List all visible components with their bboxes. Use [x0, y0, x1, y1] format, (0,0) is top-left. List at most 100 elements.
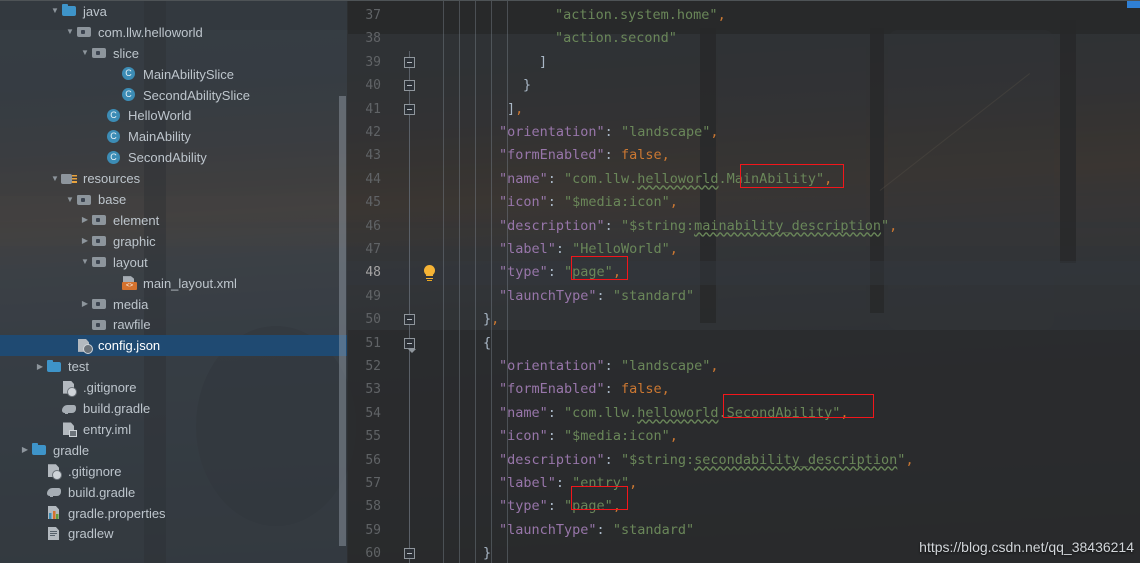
tree-item-config-json[interactable]: config.json — [0, 335, 347, 357]
chevron-right-icon[interactable] — [79, 231, 91, 251]
code-token: , — [661, 381, 670, 398]
code-line[interactable]: "icon": "$media:icon", — [499, 425, 678, 448]
java-class-icon — [106, 129, 123, 145]
code-line[interactable]: "icon": "$media:icon", — [499, 191, 678, 214]
tree-item-mainabilityslice[interactable]: MainAbilitySlice — [0, 64, 347, 85]
chevron-right-icon[interactable] — [79, 210, 91, 230]
code-line[interactable]: "orientation": "landscape", — [499, 355, 718, 378]
tree-item-rawfile[interactable]: rawfile — [0, 315, 347, 336]
code-line[interactable]: "action.system.home", — [555, 4, 726, 27]
tree-item-gradlew[interactable]: gradlew — [0, 524, 347, 545]
code-line[interactable]: "type": "page", — [499, 261, 621, 284]
chevron-down-icon[interactable] — [79, 43, 91, 63]
code-token: "orientation" — [499, 124, 605, 140]
chevron-down-icon[interactable] — [64, 22, 76, 42]
java-class-icon — [106, 150, 123, 166]
code-token: "landscape" — [620, 124, 711, 140]
tree-item-label: main_layout.xml — [143, 275, 237, 291]
tree-item-element[interactable]: element — [0, 210, 347, 231]
tree-item-label: SecondAbility — [128, 150, 207, 166]
tree-item-com-llw-helloworld[interactable]: com.llw.helloworld — [0, 22, 347, 43]
tree-item-label: layout — [113, 254, 148, 270]
code-line[interactable]: ] — [539, 51, 547, 74]
tree-item-slice[interactable]: slice — [0, 43, 347, 64]
tree-item-gitignore[interactable]: .gitignore — [0, 377, 347, 398]
sidebar-scrollbar-track[interactable] — [338, 1, 347, 563]
code-line[interactable]: "action.second" — [555, 27, 677, 50]
chevron-down-icon[interactable] — [79, 252, 91, 272]
code-token: false — [620, 381, 662, 398]
chevron-right-icon[interactable] — [19, 440, 31, 460]
code-line[interactable]: "name": "com.llw.helloworld.SecondAbilit… — [499, 402, 849, 425]
tree-item-label: build.gradle — [83, 401, 151, 417]
code-token: , — [629, 475, 638, 491]
code-token: false — [620, 147, 662, 164]
tree-item-gradle-properties[interactable]: gradle.properties — [0, 503, 347, 524]
tree-item-helloworld[interactable]: HelloWorld — [0, 106, 347, 127]
tree-item-layout[interactable]: layout — [0, 252, 347, 273]
code-line[interactable]: "formEnabled": false, — [499, 144, 670, 167]
package-folder-icon — [91, 45, 108, 61]
tree-item-entry-iml[interactable]: entry.iml — [0, 419, 347, 440]
code-line[interactable]: "launchType": "standard" — [499, 285, 694, 308]
tree-item-base[interactable]: base — [0, 189, 347, 210]
indent-guide — [443, 1, 444, 563]
code-line[interactable]: "orientation": "landscape", — [499, 121, 718, 144]
tree-item-mainability[interactable]: MainAbility — [0, 126, 347, 147]
code-token: "$media:icon" — [564, 428, 670, 445]
window-top-divider — [0, 0, 1140, 1]
code-line[interactable]: "type": "page", — [499, 495, 621, 518]
code-token: , — [669, 428, 678, 445]
code-editor[interactable]: 37 38 39 40 41 42 43 44 45 46 47 48 49 50 51 52 53 54 55 56… — [347, 1, 1140, 563]
code-line[interactable]: } — [483, 542, 491, 563]
code-line[interactable]: "description": "$string:mainability_desc… — [499, 215, 897, 238]
chevron-right-icon[interactable] — [34, 357, 46, 377]
code-line[interactable]: "description": "$string:secondability_de… — [499, 449, 914, 472]
editor-code-area[interactable]: "action.system.home", "action.second"]}],… — [347, 1, 1140, 563]
tree-item-gradle[interactable]: gradle — [0, 440, 347, 461]
tree-item-graphic[interactable]: graphic — [0, 231, 347, 252]
sidebar-scrollbar-thumb[interactable] — [339, 96, 346, 546]
package-folder-icon — [91, 212, 108, 228]
tree-item-gitignore[interactable]: .gitignore — [0, 461, 347, 482]
code-token: , — [710, 124, 719, 140]
tree-item-label: gradle — [53, 442, 90, 458]
code-line[interactable]: ], — [507, 98, 523, 121]
chevron-down-icon[interactable] — [64, 190, 76, 210]
code-line[interactable]: "label": "entry", — [499, 472, 637, 495]
code-token: , — [661, 147, 670, 164]
code-line[interactable]: { — [483, 332, 491, 355]
tree-item-label: entry.iml — [83, 421, 132, 437]
tree-item-label: slice — [113, 45, 140, 61]
chevron-down-icon[interactable] — [49, 169, 61, 189]
chevron-right-icon[interactable] — [79, 294, 91, 314]
code-token: , — [612, 498, 621, 515]
gitignore-file-icon — [46, 463, 63, 481]
tree-item-java[interactable]: java — [0, 1, 347, 22]
code-line[interactable]: "label": "HelloWorld", — [499, 238, 678, 261]
tree-item-secondabilityslice[interactable]: SecondAbilitySlice — [0, 85, 347, 106]
tree-item-build-gradle[interactable]: build.gradle — [0, 398, 347, 419]
json-file-icon — [76, 338, 93, 354]
code-line[interactable]: } — [523, 74, 531, 97]
chevron-down-icon[interactable] — [49, 1, 61, 21]
tree-item-label: build.gradle — [68, 484, 136, 500]
code-token: "launchType" — [499, 521, 597, 538]
code-line[interactable]: "launchType": "standard" — [499, 519, 694, 542]
tree-item-resources[interactable]: resources — [0, 168, 347, 189]
code-line[interactable]: "name": "com.llw.helloworld.MainAbility"… — [499, 168, 832, 191]
tree-item-main-layout-xml[interactable]: main_layout.xml — [0, 273, 347, 294]
package-folder-icon — [76, 24, 93, 40]
tree-item-secondability[interactable]: SecondAbility — [0, 147, 347, 168]
code-token: : — [547, 170, 565, 187]
tree-item-test[interactable]: test — [0, 356, 347, 377]
code-line[interactable]: "formEnabled": false, — [499, 378, 670, 401]
tree-item-media[interactable]: media — [0, 294, 347, 315]
code-token: "description" — [499, 451, 605, 468]
tree-item-build-gradle[interactable]: build.gradle — [0, 482, 347, 503]
project-tree-panel[interactable]: java com.llw.helloworld slice MainAbilitySl… — [0, 1, 347, 563]
code-token: , — [515, 100, 524, 117]
tree-item-label: element — [113, 212, 160, 228]
